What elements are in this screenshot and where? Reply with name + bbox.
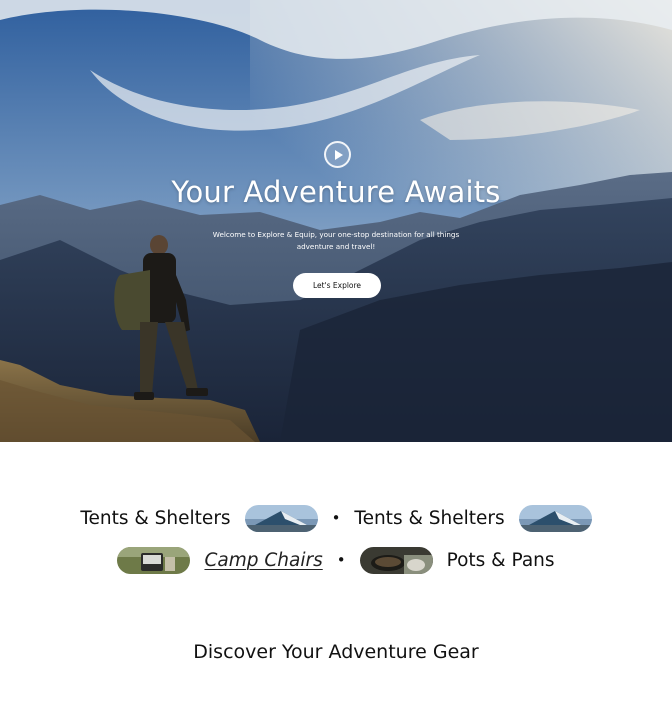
camp-chair-thumbnail [117,546,191,574]
section-title: Discover Your Adventure Gear [193,641,479,663]
lets-explore-button[interactable]: Let's Explore [293,273,381,298]
tent-thumbnail [244,504,318,532]
hero-background-image [0,0,672,442]
tent-thumbnail [518,504,592,532]
category-row-2: Camp Chairs • Pots & Pans [0,544,672,576]
category-link-pots-pans[interactable]: Pots & Pans [447,550,555,571]
category-link-camp-chairs[interactable]: Camp Chairs [204,550,322,571]
pots-pans-thumbnail [359,546,433,574]
play-video-button[interactable] [324,141,351,168]
separator-dot: • [331,509,341,527]
hero-subtitle: Welcome to Explore & Equip, your one-sto… [212,230,460,251]
category-row-1: Tents & Shelters • Tents & Shelters [0,502,672,534]
category-link-tents-shelters[interactable]: Tents & Shelters [80,508,230,529]
separator-dot: • [336,551,346,569]
category-link-tents-shelters-2[interactable]: Tents & Shelters [354,508,504,529]
hero-title: Your Adventure Awaits [171,175,501,209]
play-icon [335,149,343,160]
hero-banner: Your Adventure Awaits Welcome to Explore… [0,0,672,442]
